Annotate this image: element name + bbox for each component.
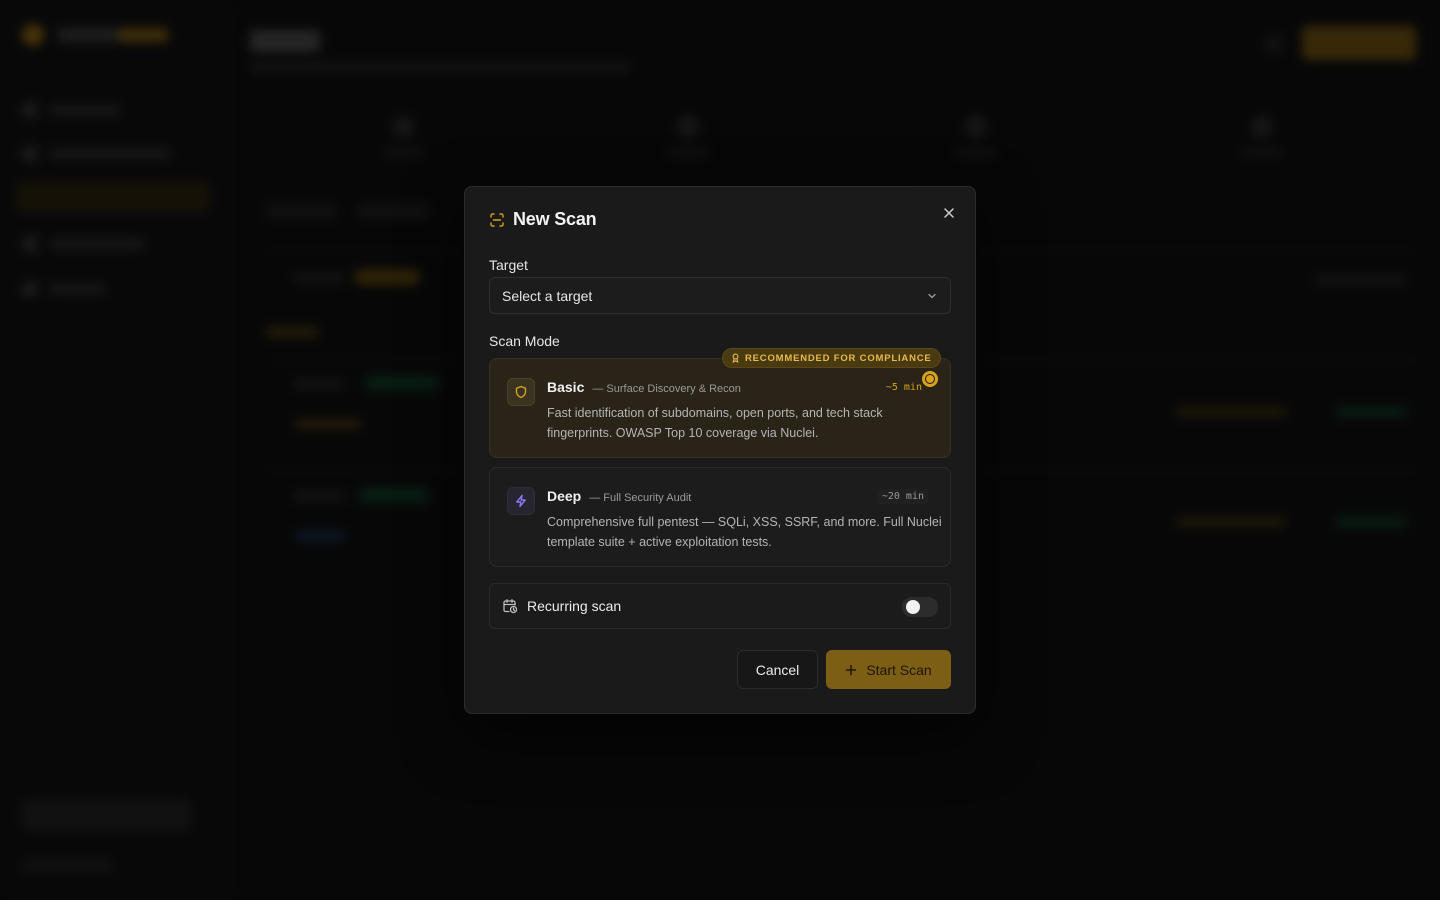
mode-subtitle: — Full Security Audit bbox=[589, 492, 692, 504]
cancel-button[interactable]: Cancel bbox=[737, 650, 818, 689]
mode-subtitle: — Surface Discovery & Recon bbox=[592, 383, 741, 395]
scan-mode-deep[interactable]: Deep — Full Security Audit ~20 min Compr… bbox=[489, 467, 951, 567]
recurring-scan-toggle[interactable] bbox=[902, 597, 938, 617]
target-label: Target bbox=[489, 257, 528, 273]
close-button[interactable] bbox=[939, 203, 959, 223]
chevron-down-icon bbox=[928, 293, 936, 298]
new-scan-dialog: New Scan Target Select a target Scan Mod… bbox=[464, 186, 976, 714]
scan-icon bbox=[489, 212, 505, 228]
mode-duration: ~20 min bbox=[877, 489, 928, 504]
mode-name: Deep bbox=[547, 488, 582, 504]
mode-description: Fast identification of subdomains, open … bbox=[547, 406, 883, 440]
recurring-scan-label: Recurring scan bbox=[527, 598, 622, 614]
recommended-badge: RECOMMENDED FOR COMPLIANCE bbox=[722, 348, 941, 368]
start-scan-button[interactable]: Start Scan bbox=[826, 650, 951, 689]
mode-name: Basic bbox=[547, 379, 585, 395]
mode-header: Deep — Full Security Audit bbox=[547, 488, 691, 504]
close-icon bbox=[944, 208, 954, 218]
calendar-clock-icon bbox=[503, 599, 518, 614]
shield-icon bbox=[507, 378, 535, 406]
cancel-button-label: Cancel bbox=[755, 661, 800, 678]
dialog-header: New Scan bbox=[489, 209, 597, 230]
target-select[interactable]: Select a target bbox=[489, 277, 951, 314]
scan-mode-label: Scan Mode bbox=[489, 333, 560, 349]
award-icon bbox=[732, 353, 739, 363]
scan-mode-basic[interactable]: Basic — Surface Discovery & Recon ~5 min… bbox=[489, 358, 951, 458]
target-select-value: Select a target bbox=[502, 287, 593, 304]
recurring-scan-row: Recurring scan bbox=[489, 583, 951, 629]
mode-header: Basic — Surface Discovery & Recon bbox=[547, 379, 741, 395]
dialog-title: New Scan bbox=[513, 209, 597, 229]
selected-indicator-icon bbox=[922, 371, 938, 387]
mode-description: Comprehensive full pentest — SQLi, XSS, … bbox=[547, 515, 942, 549]
plus-icon bbox=[846, 664, 857, 675]
lightning-icon bbox=[507, 487, 535, 515]
badge-label: RECOMMENDED FOR COMPLIANCE bbox=[745, 352, 932, 364]
mode-duration: ~5 min bbox=[885, 382, 922, 393]
start-scan-button-label: Start Scan bbox=[866, 661, 932, 678]
